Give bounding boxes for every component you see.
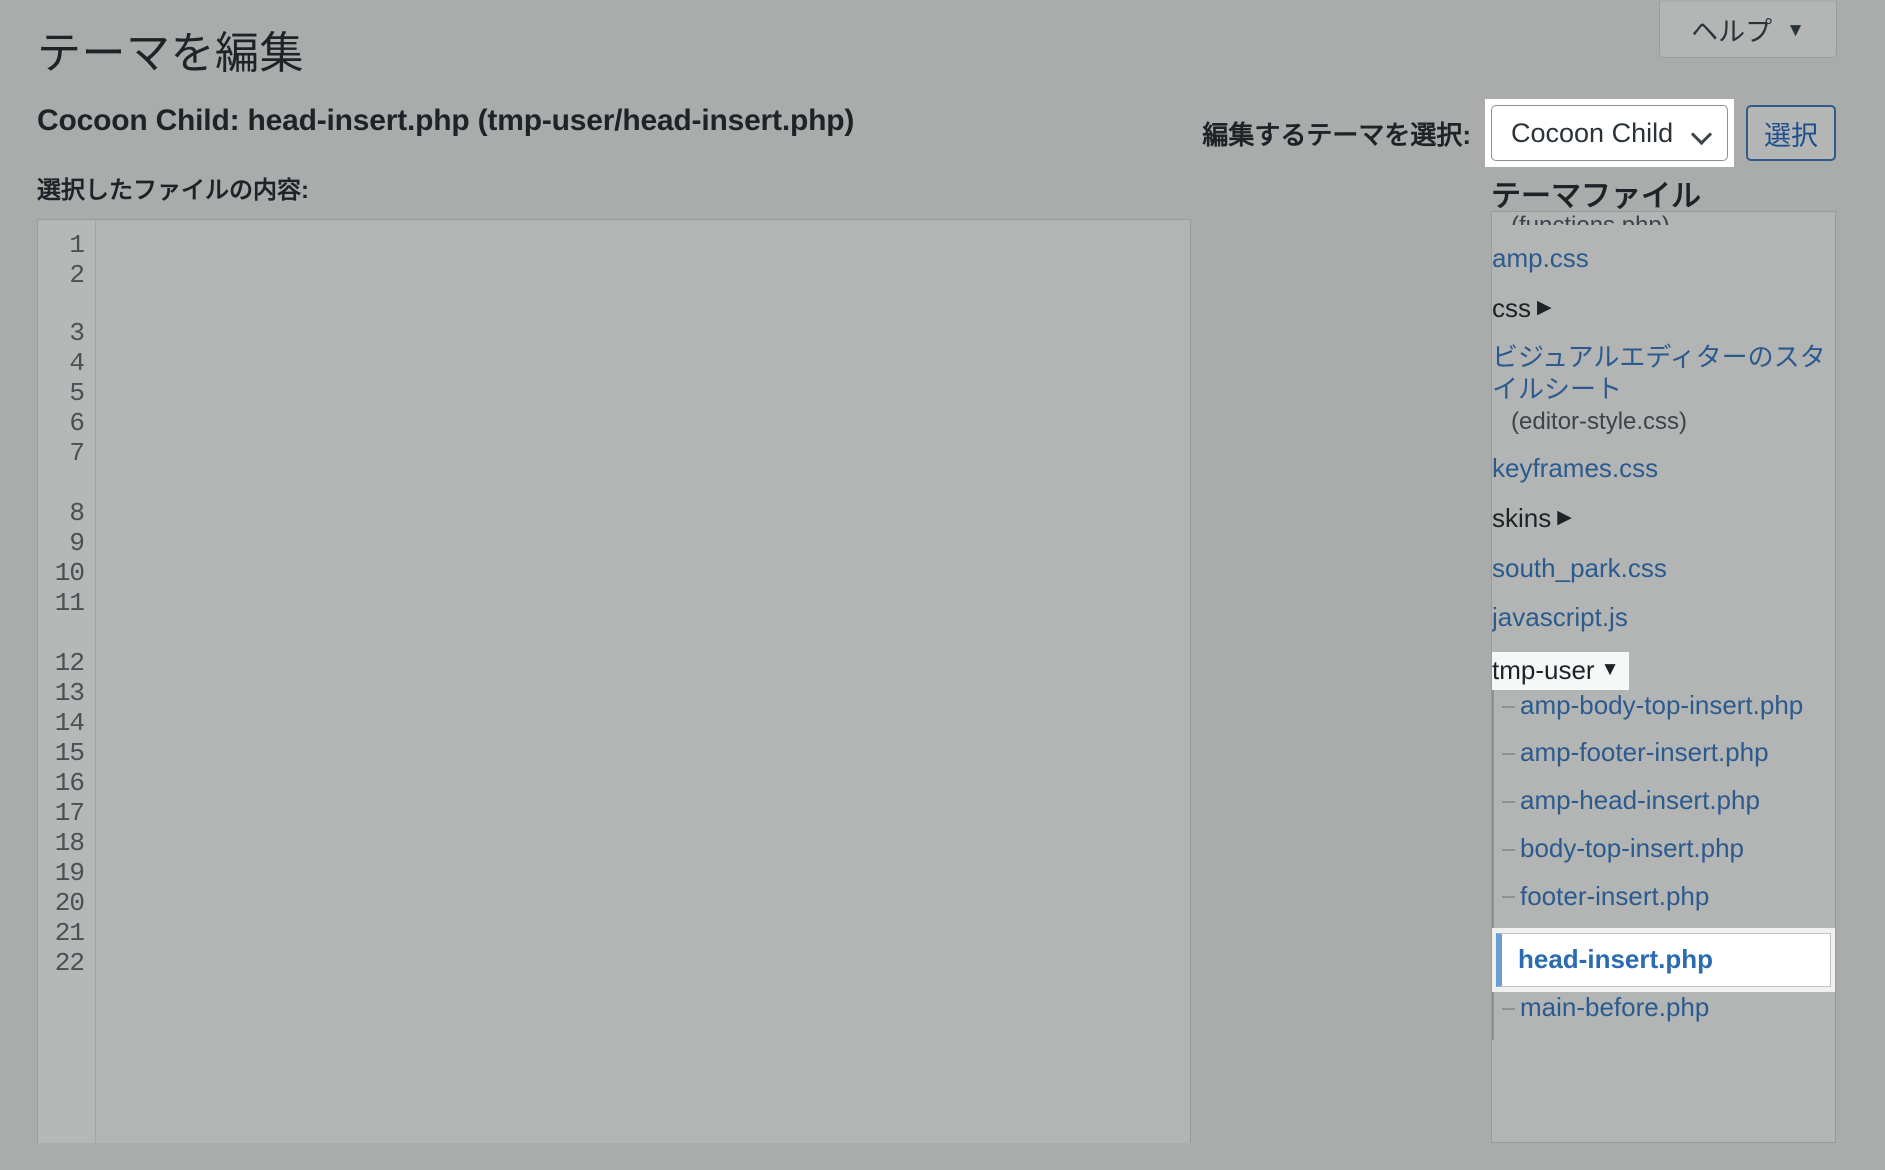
spacer bbox=[1492, 225, 1835, 243]
line-number: 21 bbox=[54, 918, 85, 948]
file-list-item[interactable]: keyframes.css bbox=[1492, 453, 1835, 485]
line-number: 3 bbox=[69, 318, 85, 348]
line-number: 18 bbox=[54, 828, 85, 858]
theme-editor-page: ヘルプ ▼ テーマを編集 Cocoon Child: head-insert.p… bbox=[0, 0, 1885, 1170]
line-number: 17 bbox=[54, 798, 85, 828]
triangle-right-icon[interactable]: ▶ bbox=[1557, 506, 1572, 529]
file-link[interactable]: main-before.php bbox=[1520, 992, 1709, 1024]
line-number: 10 bbox=[54, 558, 85, 588]
folder-name[interactable]: skins bbox=[1492, 503, 1551, 535]
chevron-down-icon bbox=[1693, 127, 1713, 139]
line-number: 12 bbox=[54, 648, 85, 678]
spacer bbox=[1502, 817, 1835, 833]
editor-scrollbar[interactable] bbox=[1188, 220, 1190, 1143]
file-list-item-open-folder[interactable]: tmp-user ▼ bbox=[1492, 651, 1835, 690]
line-number: 8 bbox=[69, 498, 85, 528]
line-number: 6 bbox=[69, 408, 85, 438]
file-list-partial-item: (functions.php) bbox=[1492, 212, 1835, 225]
folder-name: tmp-user bbox=[1492, 654, 1595, 685]
line-number: 5 bbox=[69, 378, 85, 408]
code-textarea[interactable] bbox=[96, 220, 1190, 1143]
file-list-item[interactable]: amp-body-top-insert.php bbox=[1502, 690, 1835, 722]
chevron-down-icon: ▼ bbox=[1786, 20, 1805, 41]
file-actual-name: (editor-style.css) bbox=[1511, 407, 1688, 435]
editor-content-label: 選択したファイルの内容: bbox=[37, 177, 309, 204]
file-link[interactable]: javascript.js bbox=[1492, 602, 1628, 634]
spacer bbox=[1492, 485, 1835, 503]
spacer bbox=[1492, 634, 1835, 652]
spacer bbox=[1492, 535, 1835, 553]
line-number: 22 bbox=[54, 948, 85, 978]
file-list-item[interactable]: body-top-insert.php bbox=[1502, 833, 1835, 865]
file-list-item[interactable]: footer-insert.php bbox=[1502, 881, 1835, 913]
folder-children-tmp-user: amp-body-top-insert.php amp-footer-insert… bbox=[1492, 689, 1835, 1040]
spacer bbox=[1492, 437, 1835, 453]
file-list-item[interactable]: amp.css bbox=[1492, 243, 1835, 275]
triangle-right-icon[interactable]: ▶ bbox=[1537, 296, 1552, 319]
file-list-partial-label: (functions.php) bbox=[1492, 212, 1835, 225]
spacer bbox=[1492, 275, 1835, 293]
spacer bbox=[1502, 912, 1835, 928]
file-list-item[interactable]: amp-head-insert.php bbox=[1502, 785, 1835, 817]
file-list-item[interactable]: css ▶ bbox=[1492, 293, 1835, 325]
folder-toggle-tmp-user[interactable]: tmp-user ▼ bbox=[1492, 651, 1630, 690]
selected-file-focus-ring: head-insert.php bbox=[1492, 928, 1835, 992]
spacer bbox=[1502, 769, 1835, 785]
theme-files-heading: テーマファイル bbox=[1491, 180, 1701, 213]
current-file-heading: Cocoon Child: head-insert.php (tmp-user/… bbox=[37, 104, 855, 137]
theme-select-dropdown[interactable]: Cocoon Child bbox=[1491, 105, 1728, 161]
file-link[interactable]: head-insert.php bbox=[1518, 944, 1713, 976]
line-number: 13 bbox=[54, 678, 85, 708]
file-link[interactable]: footer-insert.php bbox=[1520, 881, 1709, 913]
line-number: 1 bbox=[69, 230, 85, 260]
file-list-item[interactable]: main-before.php bbox=[1502, 992, 1835, 1024]
line-number: 16 bbox=[54, 768, 85, 798]
selected-file-highlight: head-insert.php bbox=[1496, 933, 1831, 987]
file-link[interactable]: amp-head-insert.php bbox=[1520, 785, 1760, 817]
line-number: 11 bbox=[54, 588, 85, 618]
spacer bbox=[1502, 721, 1835, 737]
file-list-item[interactable]: amp-footer-insert.php bbox=[1502, 737, 1835, 769]
spacer bbox=[1502, 865, 1835, 881]
file-link[interactable]: ビジュアルエディターのスタイルシート bbox=[1492, 342, 1835, 405]
line-number: 19 bbox=[54, 858, 85, 888]
triangle-down-icon: ▼ bbox=[1600, 659, 1620, 681]
folder-name[interactable]: css bbox=[1492, 293, 1531, 325]
line-number: 20 bbox=[54, 888, 85, 918]
page-title: テーマを編集 bbox=[37, 29, 304, 78]
file-link[interactable]: keyframes.css bbox=[1492, 453, 1658, 485]
line-number: 14 bbox=[54, 708, 85, 738]
help-button[interactable]: ヘルプ ▼ bbox=[1659, 2, 1837, 58]
line-number: 9 bbox=[69, 528, 85, 558]
file-link[interactable]: south_park.css bbox=[1492, 553, 1667, 585]
theme-selector-label: 編集するテーマを選択: bbox=[1202, 119, 1471, 150]
file-list-item[interactable]: javascript.js bbox=[1492, 602, 1835, 634]
spacer bbox=[1492, 324, 1835, 342]
help-button-label: ヘルプ bbox=[1691, 17, 1773, 47]
line-number: 4 bbox=[69, 348, 85, 378]
theme-select-value: Cocoon Child bbox=[1511, 117, 1674, 148]
select-theme-button[interactable]: 選択 bbox=[1746, 105, 1836, 161]
code-editor[interactable]: 1 2 3 4 5 6 7 8 9 10 11 12 13 14 15 16 17 18 19 20 21 22 bbox=[37, 219, 1191, 1143]
file-list-item[interactable]: ビジュアルエディターのスタイルシート (editor-style.css) bbox=[1492, 342, 1835, 437]
file-list-item[interactable]: south_park.css bbox=[1492, 553, 1835, 585]
theme-file-list[interactable]: (functions.php) amp.css css ▶ ビジュアルエディターのスタイ… bbox=[1491, 211, 1836, 1143]
theme-selector-form: 編集するテーマを選択: Cocoon Child 選択 bbox=[1202, 99, 1836, 167]
spacer bbox=[1502, 1024, 1835, 1040]
file-list-item[interactable]: skins ▶ bbox=[1492, 503, 1835, 535]
file-list-item-selected[interactable]: head-insert.php bbox=[1492, 928, 1835, 992]
file-link[interactable]: amp.css bbox=[1492, 243, 1589, 275]
file-link[interactable]: amp-footer-insert.php bbox=[1520, 737, 1769, 769]
spacer bbox=[1492, 584, 1835, 602]
file-list: (functions.php) amp.css css ▶ ビジュアルエディターのスタイ… bbox=[1492, 212, 1835, 1040]
line-number-gutter: 1 2 3 4 5 6 7 8 9 10 11 12 13 14 15 16 17 18 19 20 21 22 bbox=[38, 220, 96, 1143]
file-link[interactable]: body-top-insert.php bbox=[1520, 833, 1744, 865]
line-number: 7 bbox=[69, 438, 85, 468]
line-number: 2 bbox=[69, 260, 85, 290]
file-link[interactable]: amp-body-top-insert.php bbox=[1520, 690, 1803, 722]
theme-select-focus-ring: Cocoon Child bbox=[1485, 99, 1734, 167]
line-number: 15 bbox=[54, 738, 85, 768]
